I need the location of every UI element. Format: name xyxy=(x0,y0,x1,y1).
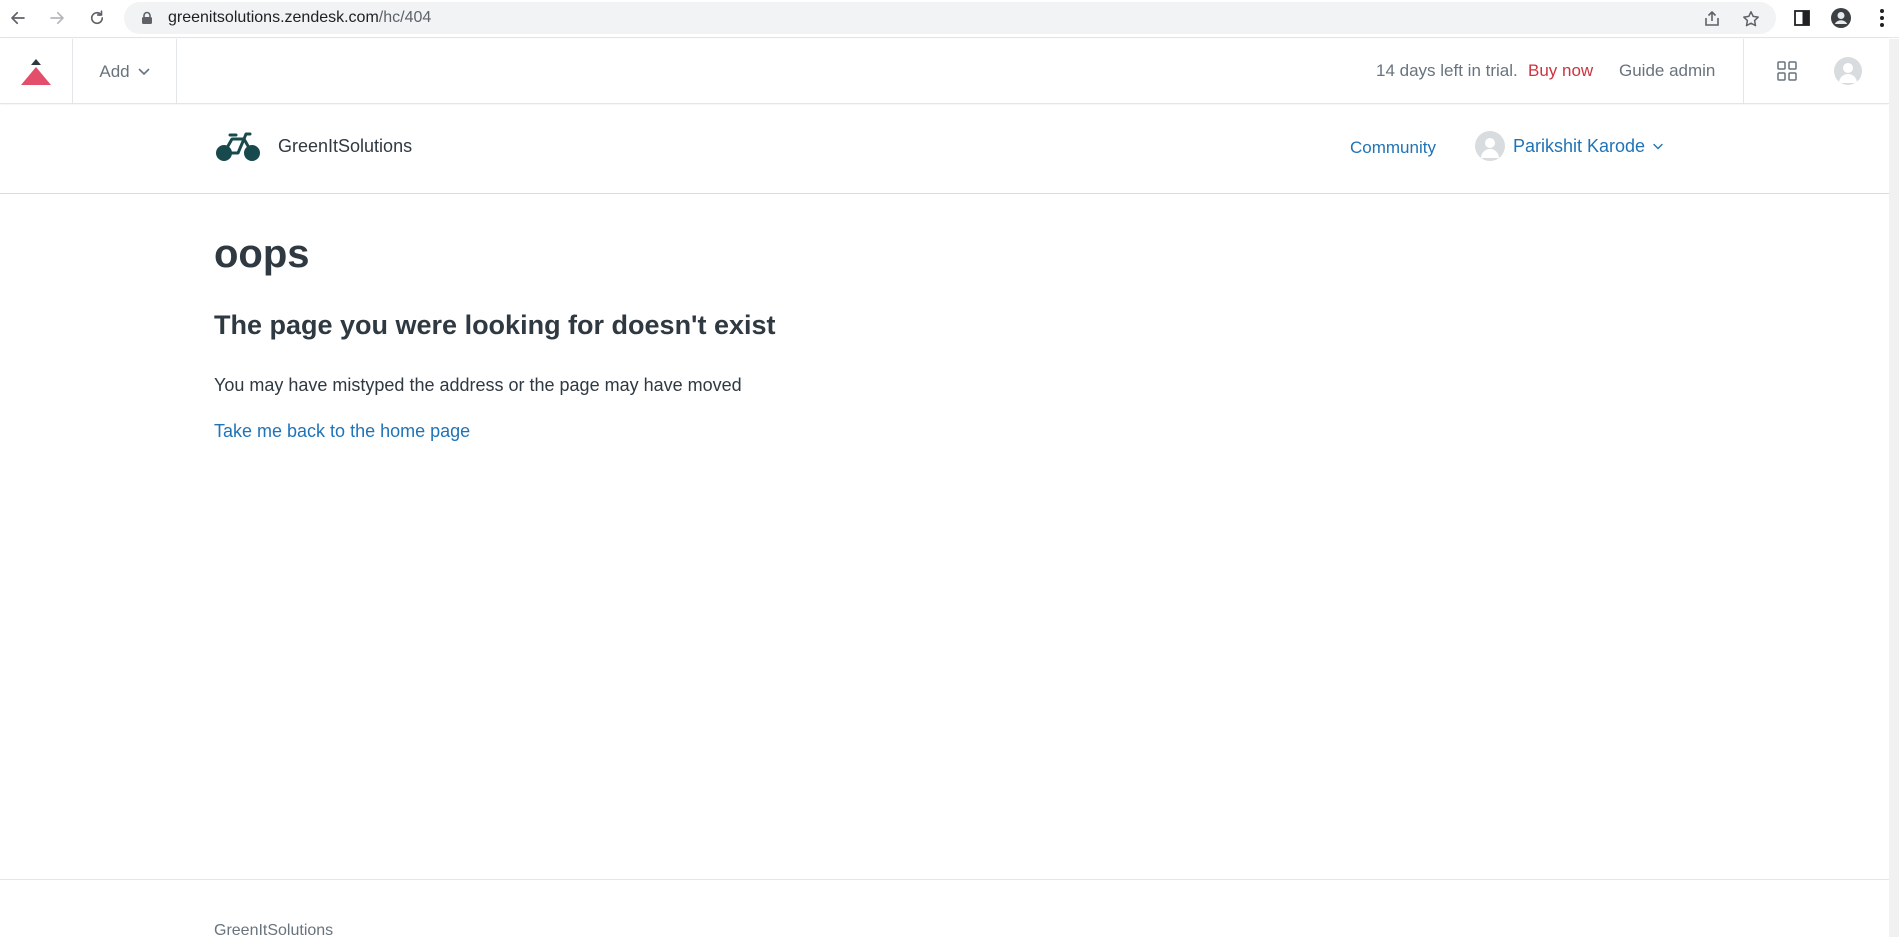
user-menu[interactable]: Parikshit Karode xyxy=(1475,130,1663,162)
guide-admin-link[interactable]: Guide admin xyxy=(1619,61,1715,81)
buy-now-link[interactable]: Buy now xyxy=(1528,61,1593,81)
avatar-icon[interactable] xyxy=(1834,57,1862,85)
scrollbar[interactable] xyxy=(1889,39,1899,937)
kebab-menu-icon[interactable] xyxy=(1870,6,1894,30)
home-page-link[interactable]: Take me back to the home page xyxy=(214,421,470,442)
community-link[interactable]: Community xyxy=(1350,138,1436,158)
admin-divider xyxy=(1743,39,1744,104)
profile-icon[interactable] xyxy=(1829,6,1853,30)
url-path: /hc/404 xyxy=(378,9,432,26)
lock-icon[interactable] xyxy=(140,11,154,25)
address-bar[interactable]: greenitsolutions.zendesk.com/hc/404 xyxy=(124,2,1776,34)
star-icon[interactable] xyxy=(1740,8,1762,30)
browser-toolbar: greenitsolutions.zendesk.com/hc/404 xyxy=(0,0,1899,38)
user-name: Parikshit Karode xyxy=(1513,135,1646,156)
footer-brand-name[interactable]: GreenItSolutions xyxy=(214,922,333,937)
url-text: greenitsolutions.zendesk.com/hc/404 xyxy=(168,9,431,27)
sidebar-icon[interactable] xyxy=(1790,6,1814,30)
add-menu-label: Add xyxy=(99,61,130,81)
help-center-header: GreenItSolutions Community Parikshit Kar… xyxy=(0,105,1889,194)
avatar-icon xyxy=(1475,131,1505,161)
zendesk-admin-bar: Add 14 days left in trial. Buy now Guide… xyxy=(0,39,1889,104)
reload-icon[interactable] xyxy=(85,6,109,30)
error-heading: The page you were looking for doesn't ex… xyxy=(214,310,776,340)
footer: GreenItSolutions xyxy=(0,879,1889,937)
bicycle-logo-icon[interactable] xyxy=(214,129,262,165)
apps-grid-icon[interactable] xyxy=(1776,60,1798,82)
forward-arrow-icon[interactable] xyxy=(45,6,69,30)
zendesk-logo-icon[interactable] xyxy=(0,39,73,104)
error-description: You may have mistyped the address or the… xyxy=(214,375,742,395)
trial-text: 14 days left in trial. xyxy=(1376,61,1518,80)
brand-name[interactable]: GreenItSolutions xyxy=(278,136,412,157)
share-icon[interactable] xyxy=(1701,8,1723,30)
chevron-down-icon xyxy=(1653,143,1663,149)
page-title: oops xyxy=(214,232,310,276)
add-menu-button[interactable]: Add xyxy=(73,39,177,104)
back-arrow-icon[interactable] xyxy=(6,6,30,30)
url-host: greenitsolutions.zendesk.com xyxy=(168,9,379,26)
chevron-down-icon xyxy=(138,68,149,75)
